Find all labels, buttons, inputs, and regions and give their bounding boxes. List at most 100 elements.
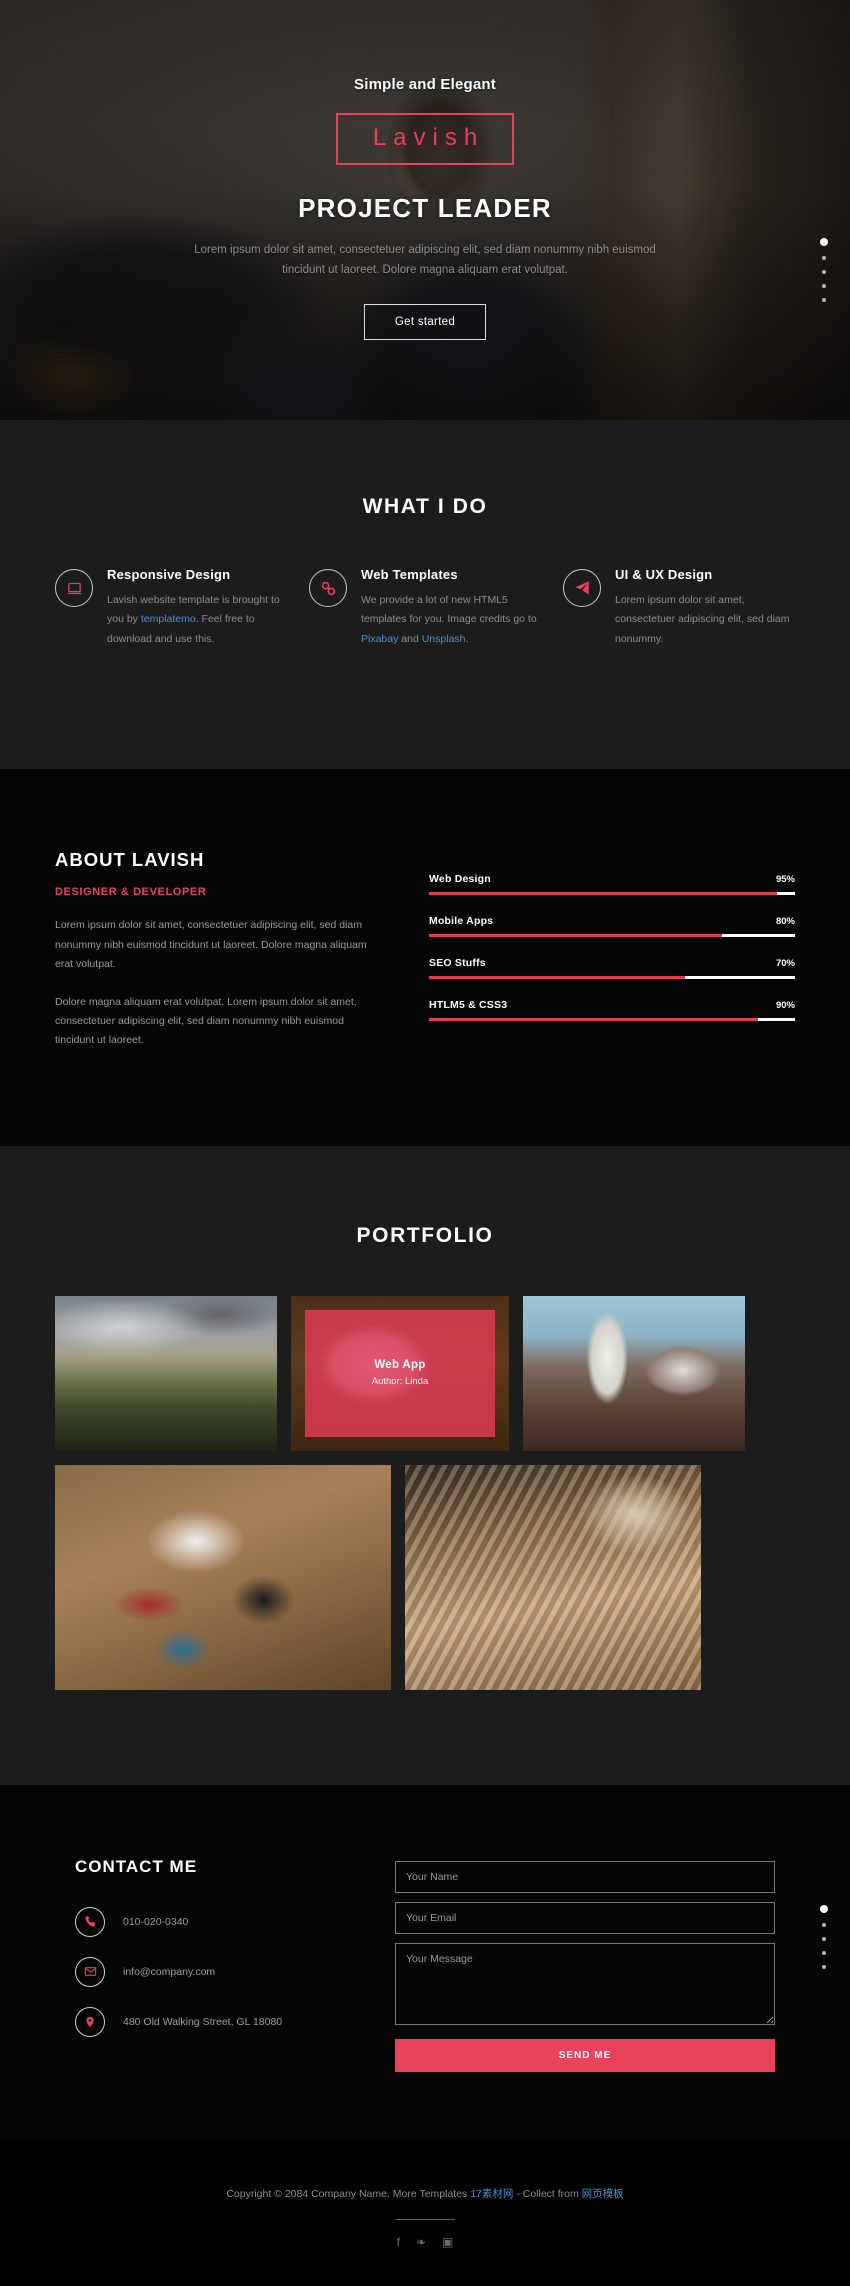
contact-heading: CONTACT ME bbox=[75, 1856, 198, 1876]
skill-row-3: SEO Stuffs 70% bbox=[429, 957, 795, 980]
portfolio-item-author: Author: Linda bbox=[371, 1376, 429, 1388]
portfolio-item-1[interactable] bbox=[55, 1295, 277, 1451]
contact-nav-dots[interactable] bbox=[820, 1904, 828, 1969]
contact-section: CONTACT ME 010-020-0340 info@company.com 4… bbox=[0, 1784, 850, 2140]
nav-dot-1[interactable] bbox=[820, 1904, 828, 1913]
nav-dot-4[interactable] bbox=[822, 1950, 826, 1955]
brand-logo[interactable]: Lavish bbox=[335, 113, 515, 165]
message-textarea[interactable] bbox=[395, 1942, 775, 2025]
skill-progress-fill bbox=[429, 976, 686, 980]
skill-percent: 90% bbox=[775, 1000, 795, 1012]
skill-row-4: HTLM5 & CSS3 90% bbox=[429, 999, 795, 1022]
portfolio-image bbox=[405, 1464, 701, 1690]
portfolio-section: PORTFOLIO Web App Author: Linda bbox=[0, 1145, 850, 1785]
about-text-column: ABOUT LAVISH DESIGNER & DEVELOPER Lorem … bbox=[55, 849, 385, 1051]
skill-row-1: Web Design 95% bbox=[429, 873, 795, 896]
service-title: Responsive Design bbox=[107, 567, 231, 582]
copyright-text: Copyright © 2084 Company Name. More Temp… bbox=[0, 2186, 850, 2201]
service-text-before: We provide a lot of new HTML5 templates … bbox=[361, 594, 537, 626]
service-description: We provide a lot of new HTML5 templates … bbox=[361, 591, 541, 649]
hero-title: PROJECT LEADER bbox=[298, 193, 552, 223]
nav-dot-2[interactable] bbox=[822, 1922, 826, 1927]
service-description: Lorem ipsum dolor sit amet, consectetuer… bbox=[615, 591, 795, 649]
portfolio-image bbox=[523, 1295, 745, 1451]
contact-info-column: CONTACT ME 010-020-0340 info@company.com 4… bbox=[55, 1857, 355, 2072]
skill-header: Mobile Apps 80% bbox=[429, 915, 795, 927]
contact-details-list: 010-020-0340 info@company.com 480 Old Walk… bbox=[75, 1906, 355, 2037]
service-description: Lavish website template is brought to yo… bbox=[107, 591, 287, 649]
nav-dot-3[interactable] bbox=[822, 270, 826, 274]
about-role: DESIGNER & DEVELOPER bbox=[55, 886, 207, 899]
service-link-2[interactable]: Unsplash bbox=[422, 633, 466, 645]
about-paragraph-2: Dolore magna aliquam erat volutpat. Lore… bbox=[55, 995, 357, 1047]
what-i-do-section: WHAT I DO Responsive Design Lavish websit… bbox=[0, 420, 850, 770]
contact-detail-2: info@company.com bbox=[75, 1956, 355, 1987]
nav-dot-2[interactable] bbox=[822, 256, 826, 260]
skill-percent: 70% bbox=[775, 958, 795, 970]
map-pin-icon bbox=[75, 2006, 105, 2037]
laptop-icon bbox=[55, 569, 93, 607]
contact-detail-value: 480 Old Walking Street, GL 18080 bbox=[123, 2015, 283, 2028]
nav-dot-3[interactable] bbox=[822, 1936, 826, 1941]
portfolio-item-3[interactable] bbox=[523, 1295, 745, 1451]
portfolio-image bbox=[55, 1295, 277, 1451]
copyright-middle: - Collect from bbox=[513, 2187, 582, 2200]
skill-name: SEO Stuffs bbox=[429, 957, 486, 970]
skill-header: SEO Stuffs 70% bbox=[429, 957, 795, 969]
portfolio-item-5[interactable] bbox=[405, 1464, 701, 1690]
portfolio-overlay: Web App Author: Linda bbox=[305, 1309, 495, 1437]
contact-detail-value: 010-020-0340 bbox=[123, 1915, 189, 1928]
social-links: f ❧ ▣ bbox=[0, 2236, 850, 2248]
footer-divider bbox=[395, 2218, 455, 2220]
facebook-icon[interactable]: f bbox=[397, 2236, 400, 2248]
contact-form: SEND ME bbox=[395, 1857, 795, 2072]
about-section: ABOUT LAVISH DESIGNER & DEVELOPER Lorem … bbox=[0, 769, 850, 1146]
nav-dot-4[interactable] bbox=[822, 284, 826, 288]
footer-link-1[interactable]: 17素材网 bbox=[470, 2188, 513, 2200]
hero-section: Simple and Elegant Lavish PROJECT LEADER… bbox=[0, 0, 850, 420]
service-card-2: Web Templates We provide a lot of new HTM… bbox=[309, 567, 541, 649]
send-me-button[interactable]: SEND ME bbox=[395, 2038, 775, 2072]
what-i-do-title: WHAT I DO bbox=[362, 495, 488, 518]
about-heading: ABOUT LAVISH bbox=[55, 849, 205, 871]
get-started-button[interactable]: Get started bbox=[363, 304, 487, 341]
service-card-3: UI & UX Design Lorem ipsum dolor sit amet… bbox=[563, 567, 795, 649]
service-link-1[interactable]: Pixabay bbox=[361, 633, 398, 645]
link-chain-icon bbox=[309, 569, 347, 607]
portfolio-title: PORTFOLIO bbox=[356, 1223, 494, 1247]
service-link-1[interactable]: templatemo bbox=[141, 613, 196, 625]
nav-dot-5[interactable] bbox=[822, 298, 826, 302]
name-input[interactable] bbox=[395, 1860, 775, 1893]
skill-name: HTLM5 & CSS3 bbox=[429, 999, 508, 1012]
skill-progress-fill bbox=[429, 934, 722, 938]
hero-content: Simple and Elegant Lavish PROJECT LEADER… bbox=[0, 0, 850, 341]
skill-percent: 95% bbox=[775, 874, 795, 886]
section-nav-dots[interactable] bbox=[820, 238, 828, 302]
hero-subtitle: Simple and Elegant bbox=[354, 76, 496, 93]
skill-name: Mobile Apps bbox=[429, 915, 494, 928]
nav-dot-1[interactable] bbox=[820, 238, 828, 246]
nav-dot-5[interactable] bbox=[822, 1964, 826, 1969]
skill-progress-fill bbox=[429, 1018, 759, 1022]
contact-detail-3: 480 Old Walking Street, GL 18080 bbox=[75, 2006, 355, 2037]
service-body: Responsive Design Lavish website template… bbox=[107, 567, 287, 649]
skill-header: Web Design 95% bbox=[429, 873, 795, 885]
skill-progress-fill bbox=[429, 892, 777, 896]
twitter-icon[interactable]: ❧ bbox=[416, 2236, 426, 2248]
site-footer: Copyright © 2084 Company Name. More Temp… bbox=[0, 2139, 850, 2286]
skill-header: HTLM5 & CSS3 90% bbox=[429, 999, 795, 1011]
service-text-before: Lorem ipsum dolor sit amet, consectetuer… bbox=[615, 594, 790, 645]
skill-name: Web Design bbox=[429, 873, 491, 886]
brand-logo-text: Lavish bbox=[372, 124, 485, 151]
portfolio-item-2[interactable]: Web App Author: Linda bbox=[291, 1295, 509, 1451]
skills-column: Web Design 95% Mobile Apps 80% SEO Stuffs 70%… bbox=[429, 849, 795, 1051]
instagram-icon[interactable]: ▣ bbox=[442, 2236, 453, 2248]
contact-detail-value: info@company.com bbox=[123, 1965, 216, 1978]
service-title: UI & UX Design bbox=[615, 567, 713, 582]
service-text-after: . bbox=[465, 632, 469, 645]
footer-link-2[interactable]: 网页模板 bbox=[582, 2188, 624, 2200]
portfolio-item-4[interactable] bbox=[55, 1464, 391, 1690]
hero-description: Lorem ipsum dolor sit amet, consectetuer… bbox=[194, 244, 656, 277]
paper-plane-icon bbox=[563, 569, 601, 607]
email-input[interactable] bbox=[395, 1901, 775, 1934]
